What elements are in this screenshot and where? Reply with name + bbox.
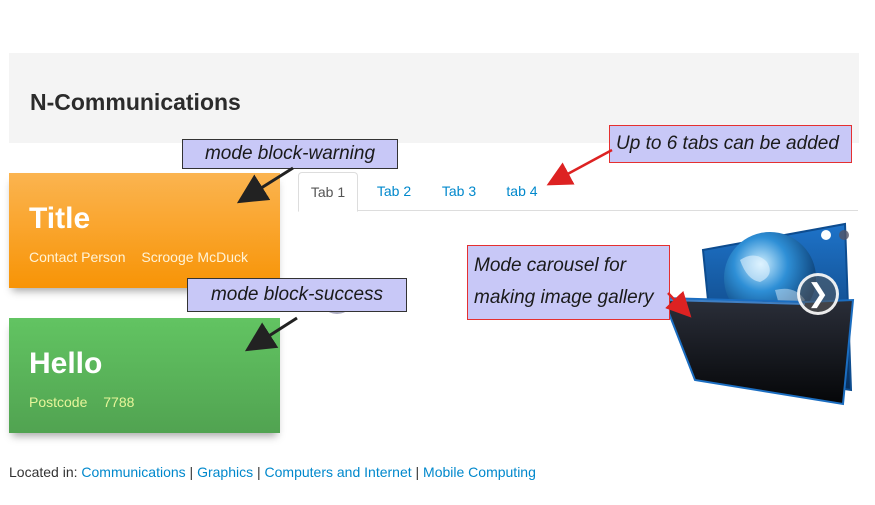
block-success-meta: Postcode 7788 bbox=[29, 394, 260, 410]
footer-link-graphics[interactable]: Graphics bbox=[197, 464, 253, 480]
carousel-image bbox=[661, 222, 855, 406]
footer-link-communications[interactable]: Communications bbox=[81, 464, 185, 480]
block-warning-title: Title bbox=[29, 202, 91, 235]
footer-link-computers-and-internet[interactable]: Computers and Internet bbox=[265, 464, 412, 480]
footer-prefix: Located in: bbox=[9, 464, 78, 480]
block-warning: Title Contact Person Scrooge McDuck bbox=[9, 173, 280, 288]
annotation-block-success: mode block-success bbox=[187, 278, 407, 312]
block-success-meta-label: Postcode bbox=[29, 394, 88, 410]
block-success-meta-value: 7788 bbox=[103, 394, 135, 410]
footer-separator: | bbox=[189, 464, 194, 480]
carousel-indicator-1[interactable] bbox=[821, 230, 831, 240]
tab-2[interactable]: Tab 2 bbox=[368, 172, 420, 210]
block-warning-meta-label: Contact Person bbox=[29, 249, 126, 265]
tab-4[interactable]: tab 4 bbox=[498, 172, 546, 210]
annotation-carousel-line1: Mode carousel for bbox=[474, 255, 627, 276]
footer-located-in: Located in: Communications | Graphics | … bbox=[9, 464, 536, 480]
footer-separator: | bbox=[415, 464, 420, 480]
block-warning-meta: Contact Person Scrooge McDuck bbox=[29, 249, 260, 265]
tab-bar: Tab 1 Tab 2 Tab 3 tab 4 bbox=[298, 172, 858, 212]
footer-separator: | bbox=[257, 464, 261, 480]
tab-3[interactable]: Tab 3 bbox=[433, 172, 485, 210]
carousel-next-button[interactable]: ❯ bbox=[797, 273, 839, 315]
block-warning-meta-value: Scrooge McDuck bbox=[141, 249, 248, 265]
annotation-carousel-line2: making image gallery bbox=[474, 287, 654, 308]
block-success: Hello Postcode 7788 bbox=[9, 318, 280, 433]
footer-link-mobile-computing[interactable]: Mobile Computing bbox=[423, 464, 536, 480]
block-success-title: Hello bbox=[29, 347, 103, 380]
page-title: N-Communications bbox=[30, 89, 241, 115]
carousel-indicators bbox=[817, 227, 850, 245]
annotation-tabs: Up to 6 tabs can be added bbox=[609, 125, 852, 163]
carousel-indicator-2[interactable] bbox=[839, 230, 850, 240]
annotation-block-warning: mode block-warning bbox=[182, 139, 398, 169]
annotation-carousel: Mode carousel for making image gallery bbox=[467, 245, 670, 320]
tab-1[interactable]: Tab 1 bbox=[298, 172, 358, 212]
